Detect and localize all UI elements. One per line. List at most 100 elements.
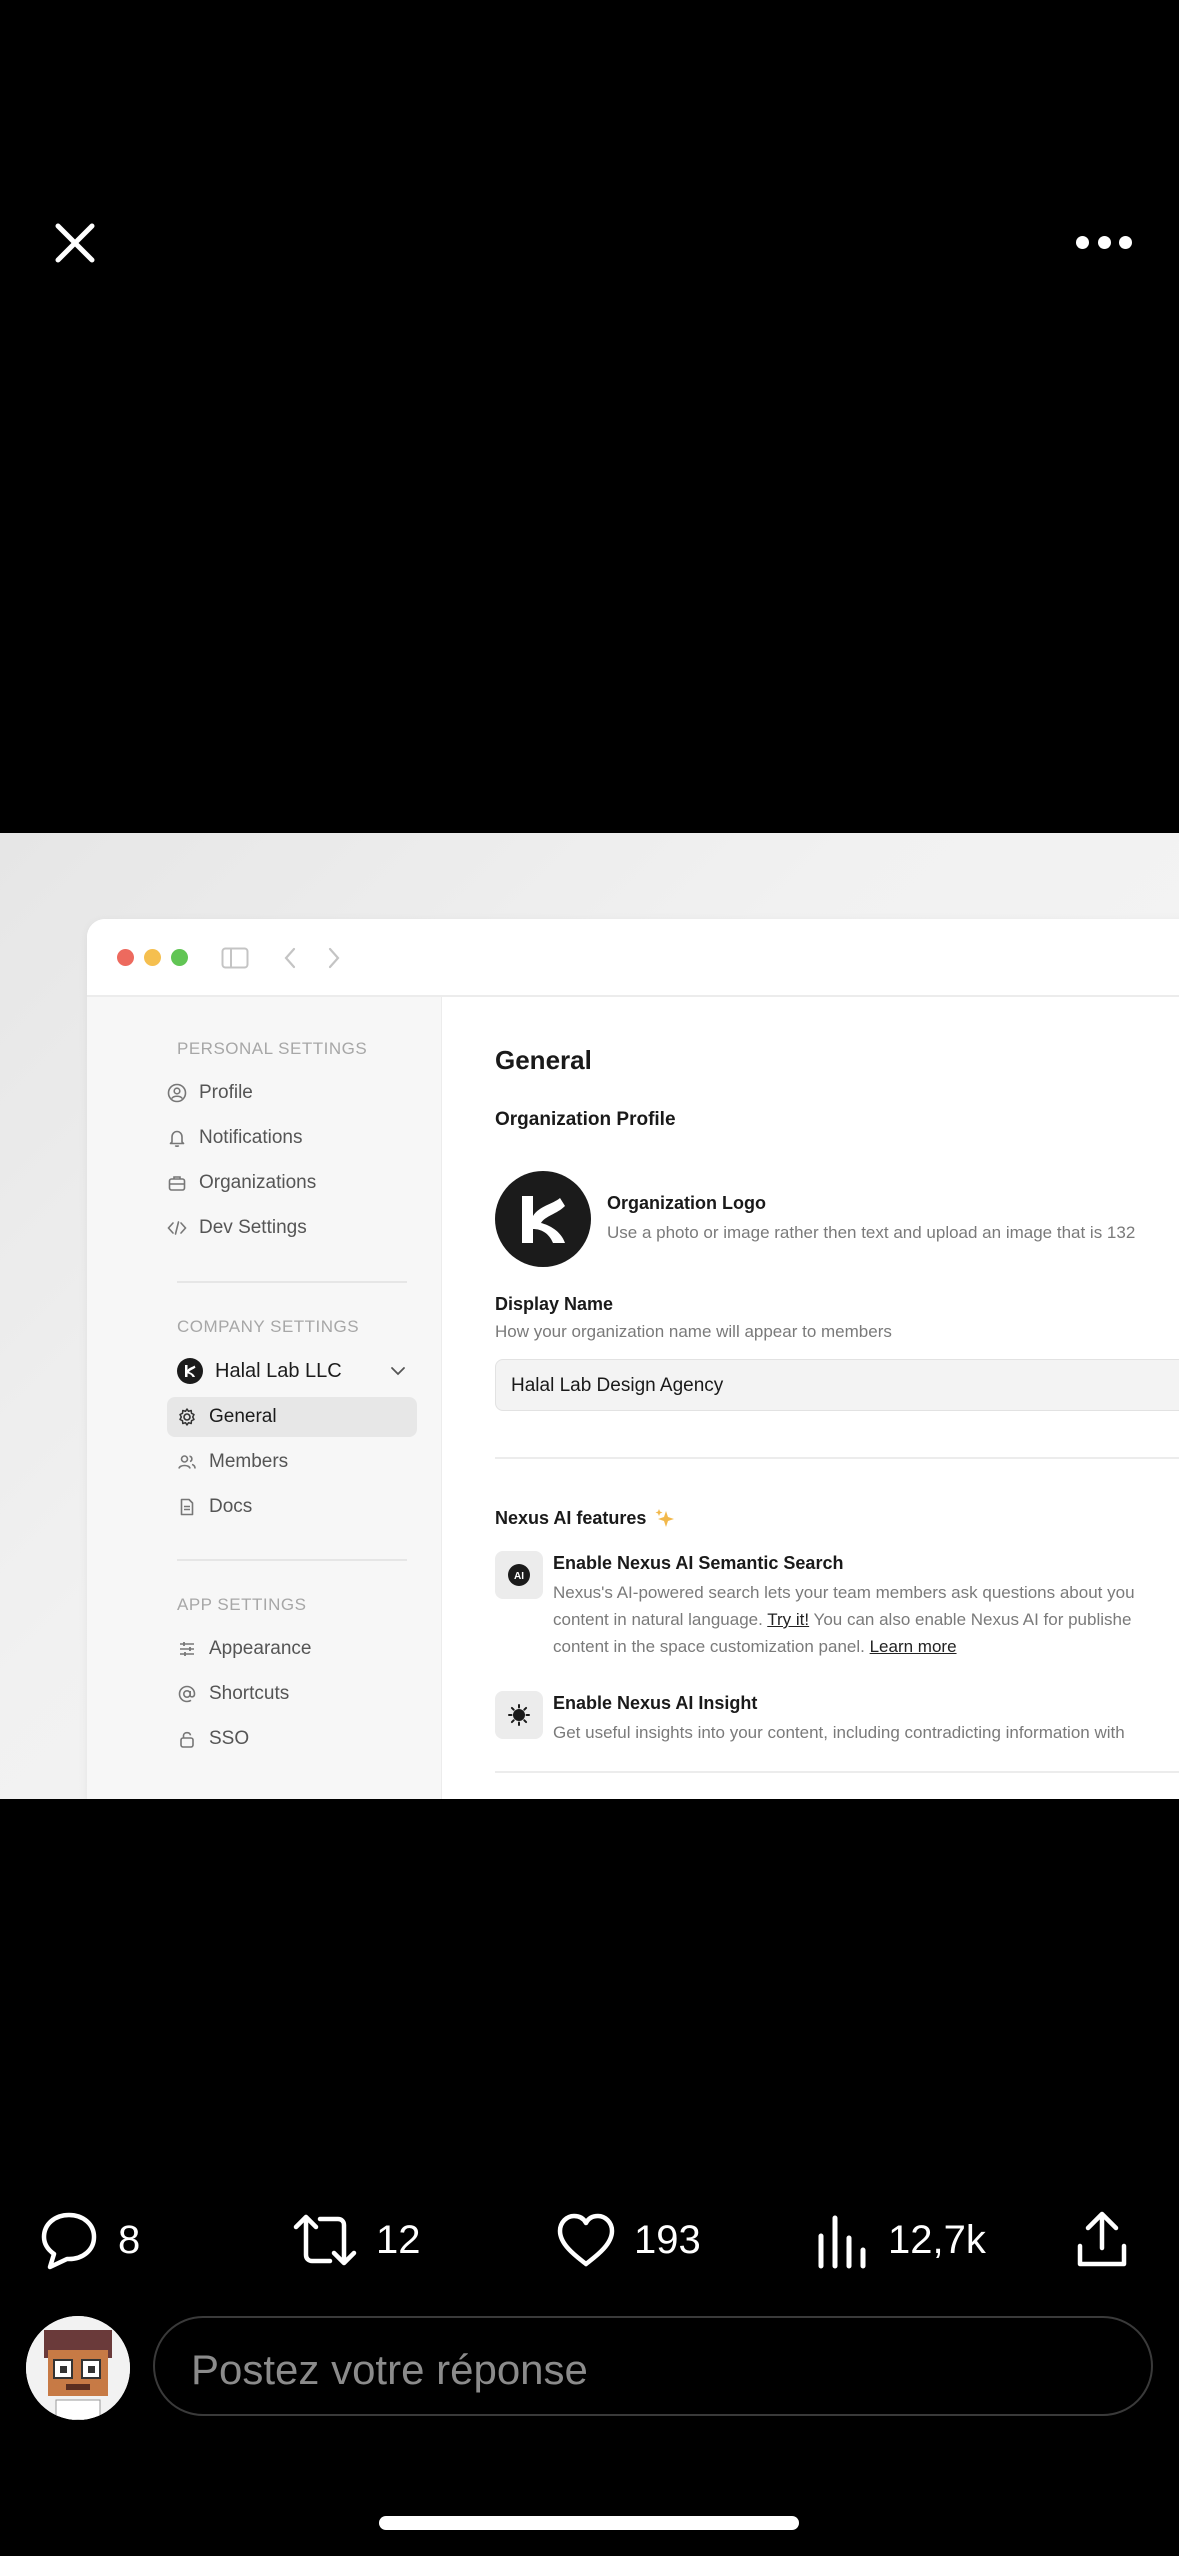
try-it-link[interactable]: Try it! — [767, 1610, 809, 1629]
logo-description: Use a photo or image rather then text an… — [607, 1223, 1136, 1242]
repost-action[interactable]: 12 — [292, 2208, 421, 2272]
learn-more-link[interactable]: Learn more — [870, 1637, 957, 1656]
repost-icon — [293, 2214, 357, 2266]
sidebar-item-general[interactable]: General — [167, 1397, 417, 1437]
sidebar-item-label: Appearance — [209, 1638, 312, 1659]
desc-text: You can also enable Nexus AI for publish… — [809, 1610, 1132, 1629]
more-dot-icon — [1076, 235, 1089, 249]
page-title: General — [495, 1045, 592, 1075]
heart-icon — [557, 2213, 615, 2267]
more-dot-icon — [1097, 235, 1111, 249]
app-window: PERSONAL SETTINGS Profile Notifications … — [87, 919, 1179, 1799]
reply-input[interactable]: Postez votre réponse — [153, 2316, 1153, 2416]
sidebar-item-label: Members — [209, 1451, 289, 1472]
ai-chip-icon: AI — [508, 1564, 530, 1586]
display-name-input[interactable]: Halal Lab Design Agency — [495, 1359, 1179, 1411]
organization-logo[interactable] — [495, 1171, 591, 1267]
share-icon — [1077, 2211, 1127, 2267]
like-count: 193 — [634, 2217, 701, 2262]
ai-features-title: Nexus AI features — [495, 1507, 647, 1528]
display-name-description: How your organization name will appear t… — [495, 1322, 892, 1341]
settings-main-panel: General Organization Profile Organizatio… — [441, 997, 1179, 1799]
display-name-value: Halal Lab Design Agency — [511, 1375, 724, 1396]
sidebar-item-shortcuts[interactable]: Shortcuts — [167, 1674, 417, 1714]
reply-count: 8 — [118, 2217, 141, 2262]
back-arrow-icon — [284, 947, 296, 969]
briefcase-icon — [167, 1173, 187, 1193]
zoom-window-dot — [171, 949, 188, 966]
company-settings-label: COMPANY SETTINGS — [177, 1317, 360, 1336]
ai-insight-badge — [495, 1691, 543, 1739]
like-action[interactable]: 193 — [556, 2208, 701, 2272]
ai-search-desc-line: content in natural language. Try it! You… — [553, 1606, 1135, 1633]
comment-icon — [41, 2212, 97, 2270]
avatar — [26, 2316, 130, 2420]
view-count: 12,7k — [888, 2217, 986, 2262]
sidebar-item-label: Notifications — [199, 1127, 303, 1148]
home-indicator[interactable] — [379, 2516, 799, 2530]
company-switcher[interactable]: Halal Lab LLC — [167, 1351, 407, 1391]
user-circle-icon — [167, 1083, 187, 1103]
logo-title: Organization Logo — [607, 1193, 766, 1213]
sidebar-item-label: Profile — [199, 1082, 253, 1103]
sidebar-item-sso[interactable]: SSO — [167, 1719, 417, 1759]
close-icon — [55, 223, 95, 263]
gear-icon — [177, 1407, 197, 1427]
sidebar-divider — [177, 1281, 407, 1283]
at-icon — [177, 1684, 197, 1704]
reply-action[interactable]: 8 — [38, 2208, 140, 2272]
ai-search-desc-line: content in the space customization panel… — [553, 1633, 1135, 1660]
ai-search-title: Enable Nexus AI Semantic Search — [553, 1553, 844, 1573]
display-name-label: Display Name — [495, 1294, 614, 1314]
bell-icon — [167, 1128, 187, 1148]
media-image[interactable]: PERSONAL SETTINGS Profile Notifications … — [0, 833, 1179, 1799]
desc-text: content in the space customization panel… — [553, 1637, 870, 1656]
sidebar-item-label: Shortcuts — [209, 1683, 290, 1704]
company-name: Halal Lab LLC — [215, 1359, 342, 1382]
desc-text: content in natural language. — [553, 1610, 768, 1629]
sidebar-item-notifications[interactable]: Notifications — [157, 1118, 407, 1158]
share-button[interactable] — [1076, 2208, 1146, 2272]
ai-features-heading: Nexus AI features — [495, 1507, 676, 1529]
views-action[interactable]: 12,7k — [816, 2208, 986, 2272]
sidebar-item-label: Organizations — [199, 1172, 317, 1193]
reply-placeholder: Postez votre réponse — [191, 2346, 588, 2393]
ai-insight-title: Enable Nexus AI Insight — [553, 1693, 758, 1713]
insight-bulb-icon — [508, 1704, 530, 1726]
sidebar-item-docs[interactable]: Docs — [167, 1487, 417, 1527]
sidebar-item-label: General — [209, 1406, 277, 1427]
sidebar-divider — [177, 1559, 407, 1561]
avatar-icon — [26, 2316, 130, 2420]
close-button[interactable] — [50, 218, 100, 268]
sidebar-item-dev-settings[interactable]: Dev Settings — [157, 1208, 407, 1248]
section-divider — [495, 1771, 1179, 1773]
ai-insight-description: Get useful insights into your content, i… — [553, 1723, 1125, 1742]
personal-settings-label: PERSONAL SETTINGS — [177, 1039, 368, 1058]
sidebar-item-organizations[interactable]: Organizations — [157, 1163, 407, 1203]
sidebar-item-label: Dev Settings — [199, 1217, 307, 1238]
svg-text:AI: AI — [514, 1571, 524, 1582]
org-profile-heading: Organization Profile — [495, 1109, 676, 1130]
chevron-down-icon — [391, 1367, 405, 1376]
settings-sidebar: PERSONAL SETTINGS Profile Notifications … — [87, 997, 442, 1799]
sidebar-toggle-icon — [221, 947, 249, 969]
minimize-window-dot — [144, 949, 161, 966]
document-icon — [177, 1497, 197, 1517]
window-titlebar — [87, 919, 1179, 997]
sidebar-item-label: SSO — [209, 1728, 250, 1749]
sidebar-item-appearance[interactable]: Appearance — [167, 1629, 417, 1669]
more-options-button[interactable] — [1076, 232, 1132, 252]
repost-count: 12 — [376, 2217, 421, 2262]
ai-search-badge: AI — [495, 1551, 543, 1599]
code-icon — [167, 1218, 187, 1238]
more-dot-icon — [1119, 235, 1132, 249]
sidebar-item-profile[interactable]: Profile — [157, 1073, 407, 1113]
close-window-dot — [117, 949, 134, 966]
sliders-icon — [177, 1639, 197, 1659]
sidebar-item-label: Docs — [209, 1496, 253, 1517]
ai-search-desc-line: Nexus's AI-powered search lets your team… — [553, 1583, 1135, 1602]
sidebar-item-members[interactable]: Members — [167, 1442, 417, 1482]
section-divider — [495, 1457, 1179, 1459]
sparkles-icon — [655, 1509, 675, 1527]
lock-icon — [177, 1729, 197, 1749]
